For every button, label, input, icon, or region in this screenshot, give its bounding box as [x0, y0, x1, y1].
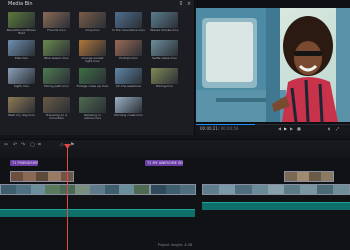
media-item-label: Waves Smoke.mov: [150, 28, 179, 32]
media-item-label: Traveling on a mountain: [45, 113, 68, 121]
current-time: 00:00:21: [200, 126, 218, 131]
audio-clip[interactable]: [202, 202, 350, 210]
media-thumbnail: [8, 97, 35, 113]
media-item[interactable]: Portrait.mov: [115, 40, 142, 63]
media-item[interactable]: Selfie vibes.mov: [151, 40, 178, 63]
media-item[interactable]: Beautiful sunflower field: [6, 12, 37, 36]
media-item[interactable]: Bike lesson.mov: [43, 40, 70, 63]
video-clip[interactable]: [0, 184, 150, 195]
media-item[interactable]: Hiking.mov: [151, 68, 178, 91]
stop-icon[interactable]: ■: [297, 126, 301, 131]
media-item[interactable]: Hiking path.mov: [43, 68, 70, 91]
media-item-label: Beautiful sunflower field: [6, 28, 37, 36]
media-thumbnail: [43, 68, 70, 84]
video-clip[interactable]: [284, 171, 334, 182]
media-item-label: Hiking.mov: [156, 84, 173, 88]
media-item-label: Selfie vibes.mov: [152, 56, 177, 60]
media-bin-panel: Media Bin ⊼ × Beautiful sunflower field F…: [0, 0, 195, 135]
media-item-label: Bike lesson.mov: [44, 56, 69, 60]
media-thumbnail: [151, 40, 178, 56]
media-item[interactable]: On the seashore: [115, 68, 142, 91]
title-clip-friendship[interactable]: T1 FRIENDSHIP: [10, 160, 38, 166]
media-thumbnail: [151, 68, 178, 84]
time-ruler[interactable]: [0, 149, 350, 157]
media-item[interactable]: Traveling on a mountain: [43, 97, 70, 120]
media-item-label: Morning coast.mov: [114, 113, 143, 117]
media-item-label: Walk my dog.mov: [8, 113, 35, 117]
media-item[interactable]: Waves Smoke.mov: [150, 12, 179, 35]
media-item-label: Foliage close up.mov: [76, 84, 109, 88]
playhead[interactable]: [67, 146, 68, 250]
media-thumbnail: [43, 12, 70, 28]
media-thumbnail: [115, 68, 142, 84]
media-item-label: In the mountains.mov: [112, 28, 145, 32]
media-item-label: Relaxing in nature.mov: [83, 113, 102, 121]
media-item[interactable]: Cozy.mov: [79, 12, 106, 35]
fullscreen-icon[interactable]: ⤢: [336, 126, 339, 131]
pin-icon[interactable]: ⊼: [178, 1, 184, 7]
media-item-label: Portrait.mov: [119, 56, 138, 60]
media-item[interactable]: Orange sunset light.mov: [79, 40, 106, 63]
timeline: T1 FRIENDSHIP T2 MY AWESOME SELFIE: [0, 157, 350, 250]
delete-icon[interactable]: ▢: [30, 142, 35, 148]
media-thumbnail: [8, 40, 35, 56]
media-thumbnail: [8, 12, 35, 28]
media-thumbnail: [115, 12, 142, 28]
media-item[interactable]: Foliage close up.mov: [76, 68, 109, 91]
play-icon[interactable]: ▶: [284, 126, 287, 131]
media-thumbnail: [43, 40, 70, 56]
media-thumbnail: [79, 97, 106, 113]
media-item-label: Kite.mov: [14, 56, 29, 60]
redo-icon[interactable]: ↷: [21, 142, 25, 148]
duration: / 00:00:56: [218, 126, 239, 131]
media-item[interactable]: Kite.mov: [8, 40, 35, 63]
crop-icon[interactable]: ⌗: [38, 142, 41, 148]
title-clip-selfie[interactable]: T2 MY AWESOME SELFIE: [145, 160, 183, 166]
media-thumbnail: [115, 97, 142, 113]
media-thumbnail: [79, 68, 106, 84]
media-bin-title: Media Bin: [8, 1, 33, 7]
scrub-progress: [196, 124, 255, 125]
video-preview[interactable]: [196, 8, 350, 122]
prev-frame-icon[interactable]: ◀: [278, 126, 281, 131]
media-bin-header: Media Bin ⊼ ×: [0, 0, 195, 10]
next-frame-icon[interactable]: ▶: [290, 126, 293, 131]
media-thumbnail: [79, 12, 106, 28]
media-item-label: Hiking path.mov: [44, 84, 69, 88]
media-item-label: Orange sunset light.mov: [81, 56, 104, 64]
media-thumbnail: [115, 40, 142, 56]
media-item-label: Sight.mov: [13, 84, 30, 88]
media-item[interactable]: Walk my dog.mov: [8, 97, 35, 120]
player-controls: 00:00:21 / 00:00:56 ◀ ▶ ▶ ■ ◖ ⤢: [196, 124, 350, 135]
close-icon[interactable]: ×: [186, 1, 192, 7]
media-thumbnail: [8, 68, 35, 84]
media-item-label: On the seashore: [116, 84, 141, 88]
media-item[interactable]: Sight.mov: [8, 68, 35, 91]
media-item[interactable]: In the mountains.mov: [112, 12, 145, 35]
preview-image: [196, 8, 350, 122]
media-item[interactable]: Morning coast.mov: [114, 97, 143, 120]
cut-icon[interactable]: ✂: [4, 142, 8, 148]
flag-icon[interactable]: ⚑: [70, 142, 74, 148]
media-item-label: Friends.mov: [47, 28, 66, 32]
undo-icon[interactable]: ↶: [13, 142, 17, 148]
media-thumbnail: [79, 40, 106, 56]
media-item[interactable]: Friends.mov: [43, 12, 70, 35]
media-thumbnail: [43, 97, 70, 113]
video-clip[interactable]: [202, 184, 350, 195]
media-thumbnail: [151, 12, 178, 28]
video-clip[interactable]: [10, 171, 74, 182]
project-length: Project length: 4:38: [157, 243, 193, 247]
marker-icon[interactable]: ⬦: [60, 142, 64, 148]
media-item[interactable]: Relaxing in nature.mov: [79, 97, 106, 120]
media-item-label: Cozy.mov: [85, 28, 100, 32]
video-clip[interactable]: [150, 184, 196, 195]
volume-icon[interactable]: ◖: [328, 126, 330, 131]
audio-clip[interactable]: [0, 209, 195, 217]
